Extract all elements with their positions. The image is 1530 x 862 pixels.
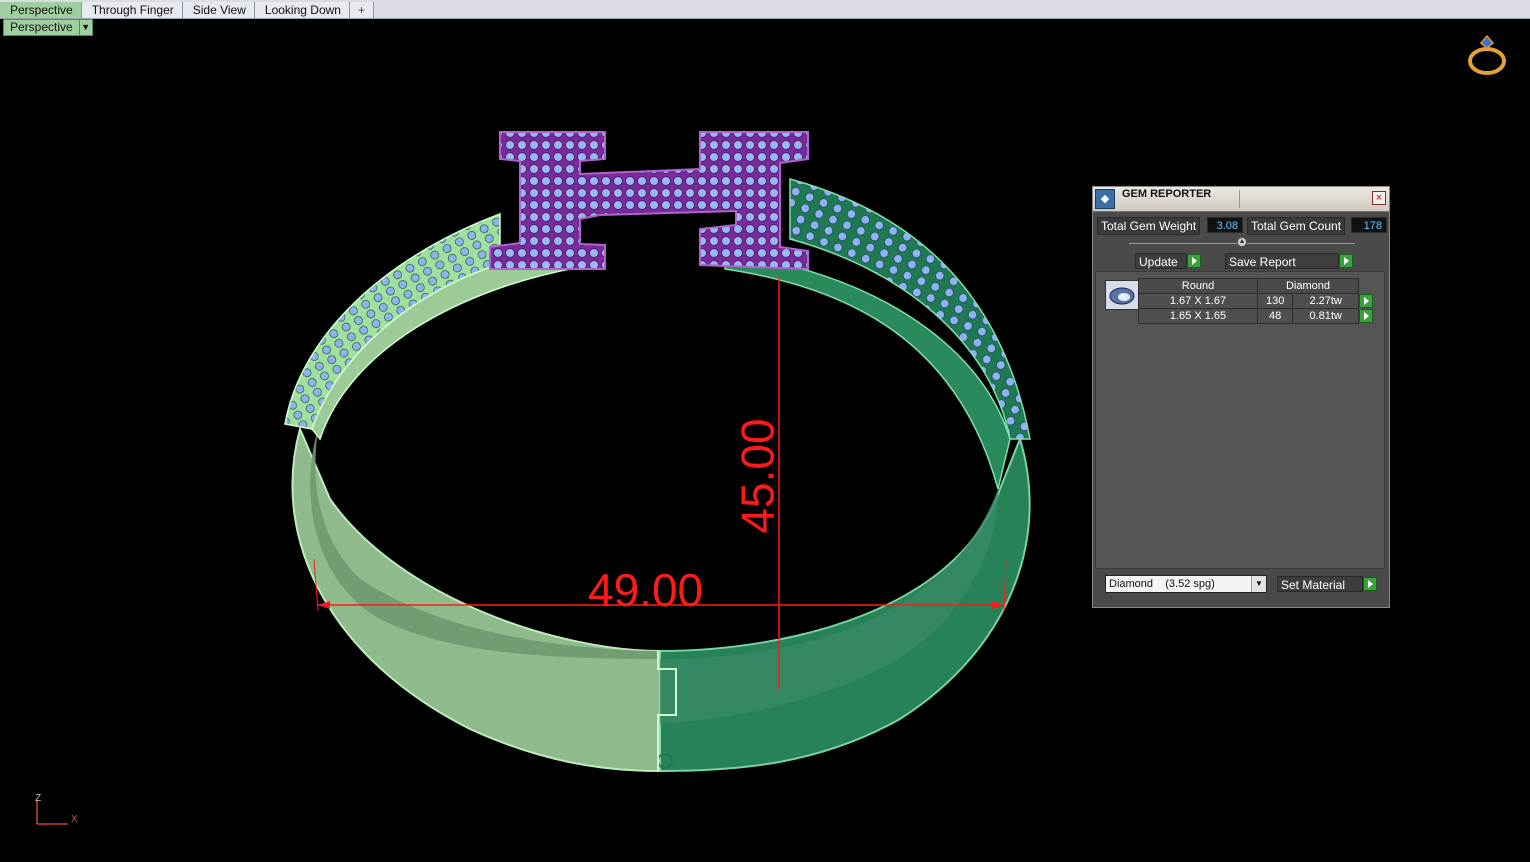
save-report-button[interactable]: Save Report [1225,253,1339,269]
total-gem-count-value: 178 [1351,217,1387,233]
gem-size: 1.65 X 1.65 [1138,308,1258,324]
panel-title: GEM REPORTER [1122,188,1212,200]
round-diamond-icon [1105,280,1139,310]
save-report-arrow-icon[interactable] [1339,254,1353,268]
gem-weight: 2.27tw [1292,293,1359,309]
col-material: Diamond [1257,278,1359,294]
set-material-arrow-icon[interactable] [1363,577,1377,591]
tab-side-view[interactable]: Side View [182,2,255,18]
dimension-height-label: 45.00 [731,418,784,534]
row-select-arrow-icon[interactable] [1359,308,1373,323]
h-clasp [489,131,809,271]
row-select-arrow-icon[interactable] [1359,293,1373,308]
total-gem-count-label: Total Gem Count [1247,217,1346,235]
gem-count: 130 [1256,293,1294,309]
total-gem-weight-label: Total Gem Weight [1097,217,1201,235]
ring-logo-icon [1468,34,1506,75]
material-select[interactable]: Diamond (3.52 spg) ▼ [1105,575,1267,593]
tab-looking-down[interactable]: Looking Down [254,2,350,18]
tab-perspective[interactable]: Perspective [0,2,82,18]
gem-table: Round Diamond 1.67 X 1.67 130 2.27tw 1.6… [1138,278,1374,324]
gem-reporter-icon: ◆ [1095,189,1115,209]
table-row[interactable]: 1.67 X 1.67 130 2.27tw [1138,293,1374,309]
chevron-down-icon[interactable]: ▼ [79,19,93,36]
gem-table-header: Round Diamond [1138,278,1374,294]
splitter-knob-icon[interactable]: ▲ [1237,237,1247,247]
gem-size: 1.67 X 1.67 [1138,293,1258,309]
update-button[interactable]: Update [1135,253,1187,269]
gem-weight: 0.81tw [1292,308,1359,324]
chevron-down-icon[interactable]: ▼ [1251,576,1266,592]
close-icon[interactable]: × [1372,191,1386,205]
update-arrow-icon[interactable] [1187,254,1201,268]
titlebar-divider [1239,190,1240,208]
material-select-value: Diamond (3.52 spg) [1109,578,1215,590]
gem-list[interactable]: Round Diamond 1.67 X 1.67 130 2.27tw 1.6… [1095,271,1385,569]
axis-z-label: Z [35,793,42,804]
pave-band-right [789,178,1031,440]
tab-through-finger[interactable]: Through Finger [81,2,183,18]
viewport-name[interactable]: Perspective [3,19,80,36]
set-material-button[interactable]: Set Material [1277,576,1363,592]
viewport-tab-bar: Perspective Through Finger Side View Loo… [0,0,1530,19]
viewport-name-dropdown[interactable]: Perspective ▼ [3,19,93,36]
axis-x-label: X [71,814,78,825]
gem-count: 48 [1256,308,1294,324]
dimension-width-label: 49.00 [588,564,704,616]
total-gem-weight-value: 3.08 [1207,217,1243,233]
gem-reporter-panel: ◆ GEM REPORTER × Total Gem Weight 3.08 T… [1092,186,1390,608]
add-tab-button[interactable]: + [349,2,374,18]
panel-titlebar[interactable]: ◆ GEM REPORTER × [1093,187,1389,212]
table-row[interactable]: 1.65 X 1.65 48 0.81tw [1138,308,1374,324]
col-shape: Round [1138,278,1258,294]
